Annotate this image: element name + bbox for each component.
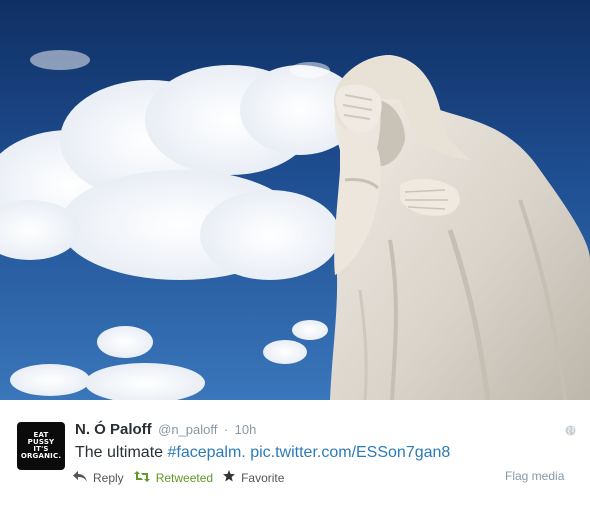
tweet-header: N. Ó Paloff @n_paloff · 10h: [75, 421, 256, 439]
retweeted-label: Retweeted: [155, 470, 214, 485]
avatar[interactable]: EAT PUSSY IT'S ORGANIC.: [17, 422, 65, 470]
avatar-line: ORGANIC.: [20, 452, 62, 460]
flag-media-link[interactable]: Flag media: [505, 469, 564, 483]
favorite-button[interactable]: Favorite: [223, 470, 284, 485]
tweet-photo[interactable]: [0, 0, 590, 400]
retweet-button[interactable]: Retweeted: [133, 470, 214, 485]
tweet-text-prefix: The ultimate: [75, 444, 168, 461]
reply-label: Reply: [93, 470, 124, 485]
reply-arrow-icon: [73, 470, 93, 485]
user-fullname[interactable]: N. Ó Paloff: [75, 421, 152, 438]
reply-button[interactable]: Reply: [73, 470, 124, 485]
pic-link[interactable]: pic.twitter.com/ESSon7gan8: [250, 444, 450, 461]
user-screenname[interactable]: @n_paloff: [158, 422, 217, 437]
hashtag-link[interactable]: #facepalm.: [167, 444, 245, 461]
separator-dot: ·: [223, 422, 229, 437]
retweet-icon: [133, 470, 156, 485]
tweet-actions: Reply Retweeted Favorite: [73, 470, 294, 485]
globe-icon[interactable]: [565, 423, 576, 441]
tweet-card: EAT PUSSY IT'S ORGANIC. N. Ó Paloff @n_p…: [0, 400, 590, 506]
star-icon: [223, 470, 241, 485]
tweet-timestamp[interactable]: 10h: [235, 422, 257, 437]
tweet-text: The ultimate #facepalm. pic.twitter.com/…: [75, 444, 450, 462]
favorite-label: Favorite: [241, 470, 285, 485]
